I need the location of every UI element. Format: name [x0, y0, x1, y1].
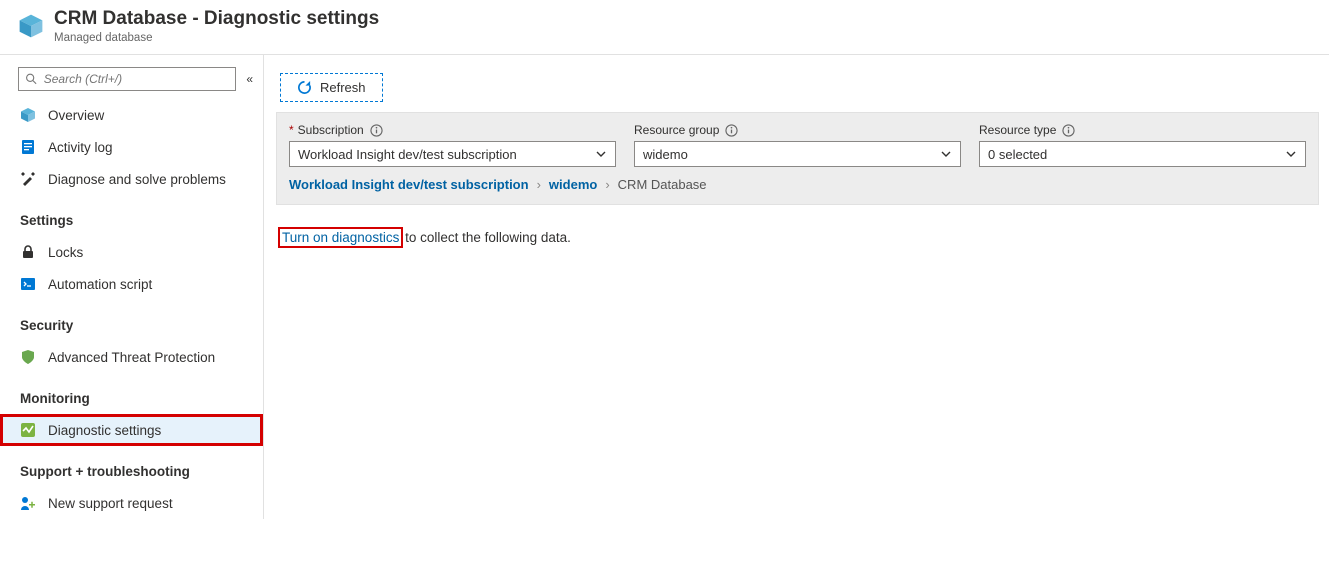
script-icon [20, 276, 36, 292]
search-input[interactable] [44, 72, 230, 86]
sidebar-item-label: New support request [48, 496, 173, 511]
dropdown-value: 0 selected [988, 147, 1047, 162]
diagnostic-icon [20, 422, 36, 438]
breadcrumb: Workload Insight dev/test subscription ›… [289, 177, 1306, 192]
sidebar-section-monitoring: Monitoring [0, 373, 263, 414]
support-icon [20, 495, 36, 511]
search-icon [25, 72, 38, 86]
turn-on-diagnostics-link[interactable]: Turn on diagnostics [280, 229, 401, 246]
sidebar-item-diagnose[interactable]: Diagnose and solve problems [0, 163, 263, 195]
filter-label-rg: Resource group [634, 123, 961, 137]
sidebar-item-automation-script[interactable]: Automation script [0, 268, 263, 300]
sidebar-item-activity-log[interactable]: Activity log [0, 131, 263, 163]
breadcrumb-subscription[interactable]: Workload Insight dev/test subscription [289, 177, 529, 192]
refresh-button[interactable]: Refresh [280, 73, 383, 102]
sidebar-item-label: Diagnose and solve problems [48, 172, 226, 187]
tools-icon [20, 171, 36, 187]
info-icon[interactable] [370, 124, 383, 137]
log-icon [20, 139, 36, 155]
content-message: Turn on diagnostics to collect the follo… [276, 229, 1319, 246]
sidebar-item-label: Locks [48, 245, 83, 260]
filter-resource-type: Resource type 0 selected [979, 123, 1306, 167]
content-message-text: to collect the following data. [401, 230, 571, 245]
breadcrumb-separator: › [537, 177, 541, 192]
sidebar-item-locks[interactable]: Locks [0, 236, 263, 268]
refresh-label: Refresh [320, 80, 366, 95]
chevron-down-icon [940, 148, 952, 160]
toolbar: Refresh [276, 67, 1319, 112]
shield-icon [20, 349, 36, 365]
info-icon[interactable] [725, 124, 738, 137]
sidebar-item-label: Diagnostic settings [48, 423, 161, 438]
page-header-titles: CRM Database - Diagnostic settings Manag… [54, 8, 379, 44]
breadcrumb-resource-group[interactable]: widemo [549, 177, 597, 192]
cube-icon [20, 107, 36, 123]
sidebar-item-support-request[interactable]: New support request [0, 487, 263, 519]
sidebar: « Overview Activity log Diagnose and sol… [0, 55, 264, 519]
filter-subscription: * Subscription Workload Insight dev/test… [289, 123, 616, 167]
sidebar-item-label: Overview [48, 108, 104, 123]
resource-group-dropdown[interactable]: widemo [634, 141, 961, 167]
search-input-wrapper[interactable] [18, 67, 236, 91]
page-title: CRM Database - Diagnostic settings [54, 8, 379, 30]
sidebar-item-label: Advanced Threat Protection [48, 350, 215, 365]
info-icon[interactable] [1062, 124, 1075, 137]
required-star: * [289, 123, 294, 137]
breadcrumb-separator: › [605, 177, 609, 192]
filter-label-rt: Resource type [979, 123, 1306, 137]
filter-bar: * Subscription Workload Insight dev/test… [276, 112, 1319, 205]
page-subtitle: Managed database [54, 32, 379, 44]
refresh-icon [297, 80, 312, 95]
sidebar-item-label: Automation script [48, 277, 152, 292]
filter-resource-group: Resource group widemo [634, 123, 961, 167]
database-icon [18, 13, 44, 39]
resource-type-dropdown[interactable]: 0 selected [979, 141, 1306, 167]
main-content: Refresh * Subscription Workload Insight … [264, 55, 1329, 519]
sidebar-item-diagnostic-settings[interactable]: Diagnostic settings [0, 414, 263, 446]
sidebar-item-overview[interactable]: Overview [0, 99, 263, 131]
dropdown-value: widemo [643, 147, 688, 162]
collapse-sidebar-button[interactable]: « [246, 72, 253, 86]
sidebar-section-support: Support + troubleshooting [0, 446, 263, 487]
chevron-down-icon [1285, 148, 1297, 160]
sidebar-item-atp[interactable]: Advanced Threat Protection [0, 341, 263, 373]
subscription-dropdown[interactable]: Workload Insight dev/test subscription [289, 141, 616, 167]
chevron-down-icon [595, 148, 607, 160]
sidebar-item-label: Activity log [48, 140, 113, 155]
lock-icon [20, 244, 36, 260]
dropdown-value: Workload Insight dev/test subscription [298, 147, 517, 162]
sidebar-section-security: Security [0, 300, 263, 341]
page-header: CRM Database - Diagnostic settings Manag… [0, 0, 1329, 55]
filter-label-subscription: * Subscription [289, 123, 616, 137]
sidebar-section-settings: Settings [0, 195, 263, 236]
breadcrumb-current: CRM Database [618, 177, 707, 192]
